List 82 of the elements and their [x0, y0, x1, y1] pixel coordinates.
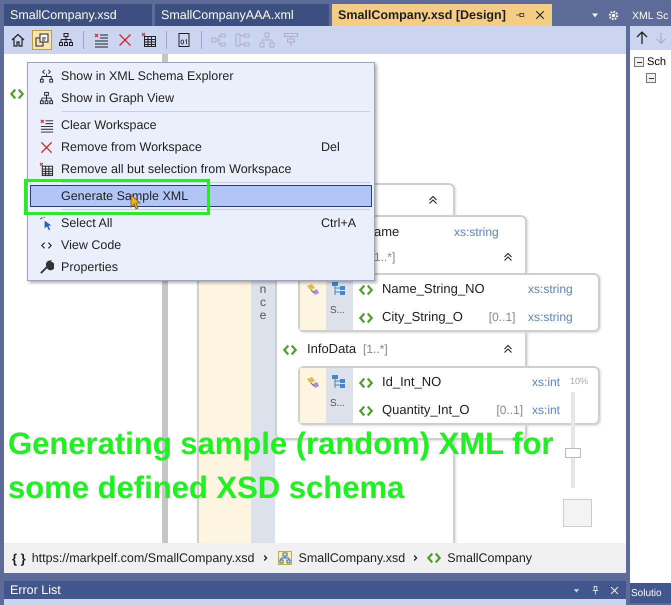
hierarchy-icon [58, 32, 74, 48]
menu-item[interactable]: Remove from Workspace Del [30, 136, 372, 158]
menu-item[interactable]: Show in XML Schema Explorer [30, 65, 372, 87]
clear-list-icon [93, 32, 109, 48]
attribute-icon [305, 282, 321, 298]
overlapping-pages-icon [34, 32, 50, 48]
occurrence-label: [1..*] [363, 342, 388, 356]
menu-item[interactable]: Properties [30, 256, 372, 278]
menu-item[interactable]: Select All Ctrl+A [30, 212, 372, 234]
breadcrumb-item[interactable]: SmallCompany.xsd [298, 551, 406, 565]
compositor-label: S... [330, 305, 346, 316]
menu-item[interactable]: Generate Sample XML [30, 185, 372, 207]
occurrence-label: [0..1] [496, 403, 524, 417]
menu-item[interactable]: Show in Graph View [30, 87, 372, 109]
element-type: xs:int [532, 375, 560, 389]
compositor-label: nce [258, 283, 268, 323]
breadcrumb-item[interactable]: https://markpelf.com/SmallCompany.xsd [32, 551, 254, 565]
tree-structure-icon [331, 281, 347, 297]
down-arrow-icon [654, 30, 668, 46]
cross-icon [38, 140, 54, 154]
home-icon [10, 32, 26, 48]
menu-item[interactable]: View Code [30, 234, 372, 256]
menu-item[interactable]: Remove all but selection from Workspace [30, 158, 372, 180]
element-name: Name_String_NO [382, 281, 485, 296]
settings-icon [607, 8, 620, 22]
element-icon [359, 311, 373, 325]
element-icon [359, 283, 373, 297]
cross-icon [117, 32, 133, 48]
panel-tab[interactable]: Solutio [630, 583, 671, 603]
toolbar-button[interactable] [32, 30, 52, 50]
occurrence-label: [0..1] [488, 310, 516, 324]
caption-text: some defined XSD schema [8, 469, 404, 507]
expander-icon[interactable] [634, 57, 644, 67]
close-icon [609, 584, 620, 596]
panel-title: XML Sc [631, 9, 670, 24]
schema-file-icon [276, 550, 292, 566]
element-icon [359, 376, 373, 390]
element-name: City_String_O [382, 309, 463, 324]
element-name: Id_Int_NO [382, 374, 442, 389]
element-type: xs:string [528, 310, 573, 324]
document-tab[interactable]: SmallCompany.xsd [Design] [332, 4, 552, 26]
hierarchy-icon [38, 90, 54, 106]
compositor-label: S... [330, 398, 346, 409]
wrench-icon [38, 260, 54, 274]
element-type: xs:string [528, 282, 573, 296]
table-icon [141, 32, 157, 48]
element-icon [427, 551, 442, 565]
layout-icon [283, 32, 299, 48]
slider-thumb[interactable] [565, 448, 581, 458]
caption-text: Generating sample (random) XML for [8, 425, 554, 463]
occurrence-label: 1..*] [374, 250, 396, 264]
element-name: ame [374, 224, 400, 239]
element-icon [283, 343, 297, 357]
tree-item[interactable]: Sch [647, 56, 666, 68]
pin-icon [590, 584, 601, 596]
element-icon [10, 87, 24, 101]
layout-icon [211, 32, 227, 48]
document-tab[interactable]: SmallCompanyAAA.xml [155, 4, 329, 26]
element-type: xs:string [454, 225, 499, 239]
menu-item[interactable]: Clear Workspace [30, 114, 372, 136]
group-name: InfoData [307, 341, 356, 356]
layout-icon [259, 32, 275, 48]
pointer-icon [38, 216, 54, 230]
breadcrumb-item[interactable]: SmallCompany [447, 551, 532, 565]
attribute-icon [305, 375, 321, 391]
panel-title: Error List [10, 583, 61, 597]
namespace-icon: { } [12, 550, 26, 566]
clear-list-icon [38, 118, 54, 132]
zoom-label: 10% [570, 376, 588, 386]
expander-icon[interactable] [646, 73, 656, 83]
hierarchy-icon [38, 68, 54, 84]
toolbar-button[interactable] [139, 30, 159, 50]
close-icon [534, 9, 546, 21]
document-icon [176, 32, 192, 48]
table-icon [38, 162, 54, 176]
layout-icon [235, 32, 251, 48]
document-tab[interactable]: SmallCompany.xsd [4, 4, 152, 26]
tree-structure-icon [331, 374, 347, 390]
element-type: xs:int [532, 403, 560, 417]
element-icon [359, 404, 373, 418]
element-name: Quantity_Int_O [382, 402, 470, 417]
up-arrow-icon [634, 30, 650, 46]
